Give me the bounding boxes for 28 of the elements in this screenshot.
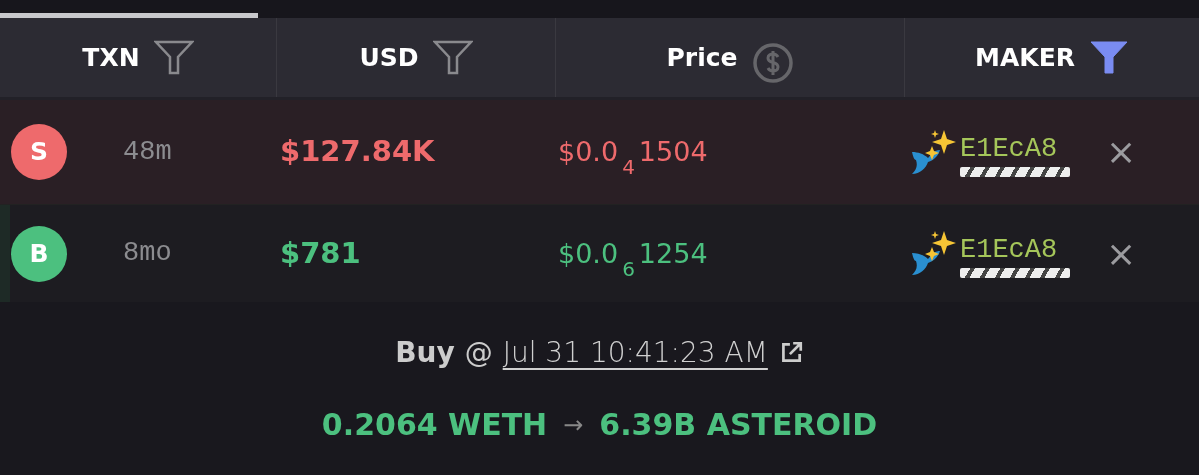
amount-in: 0.2064 WETH — [321, 406, 548, 444]
trade-side: Buy — [395, 335, 455, 371]
filter-icon[interactable] — [1088, 39, 1129, 76]
usd-value: $781 — [280, 235, 361, 270]
at-sign: @ — [464, 335, 493, 371]
dollar-icon[interactable] — [751, 41, 794, 84]
filter-icon[interactable] — [153, 39, 194, 76]
maker-address[interactable]: E1EcA8 — [960, 135, 1070, 163]
column-header[interactable]: TXN — [82, 38, 140, 77]
price-value: $0.0$_{4}$1504 — [558, 135, 708, 174]
column-header[interactable]: MAKER — [975, 38, 1075, 77]
trade-age: 48m — [123, 136, 172, 167]
filter-icon[interactable] — [432, 39, 473, 76]
time-link[interactable]: Jul 31 10:41:23 AM — [502, 332, 768, 374]
usd-value: $127.84K — [280, 134, 435, 169]
arrow: → — [563, 409, 584, 441]
amount-out: 6.39B ASTEROID — [599, 406, 878, 444]
trade-row[interactable]: B 8mo $781 $0.0$_{6}$1254 E1EcA8 × — [0, 205, 1199, 302]
price-value: $0.0$_{6}$1254 — [558, 236, 708, 276]
side-badge: S — [11, 124, 67, 180]
maker-address[interactable]: E1EcA8 — [960, 237, 1070, 264]
column-header[interactable]: USD — [359, 38, 419, 77]
trade-age: 8mo — [123, 238, 172, 269]
side-badge: B — [11, 225, 67, 282]
close-button[interactable]: × — [1100, 235, 1143, 272]
close-button[interactable]: × — [1100, 134, 1143, 170]
trade-row[interactable]: S 48m $127.84K $0.0$_{4}$1504 E1EcA8 × — [0, 100, 1199, 205]
column-header[interactable]: Price — [666, 38, 738, 77]
